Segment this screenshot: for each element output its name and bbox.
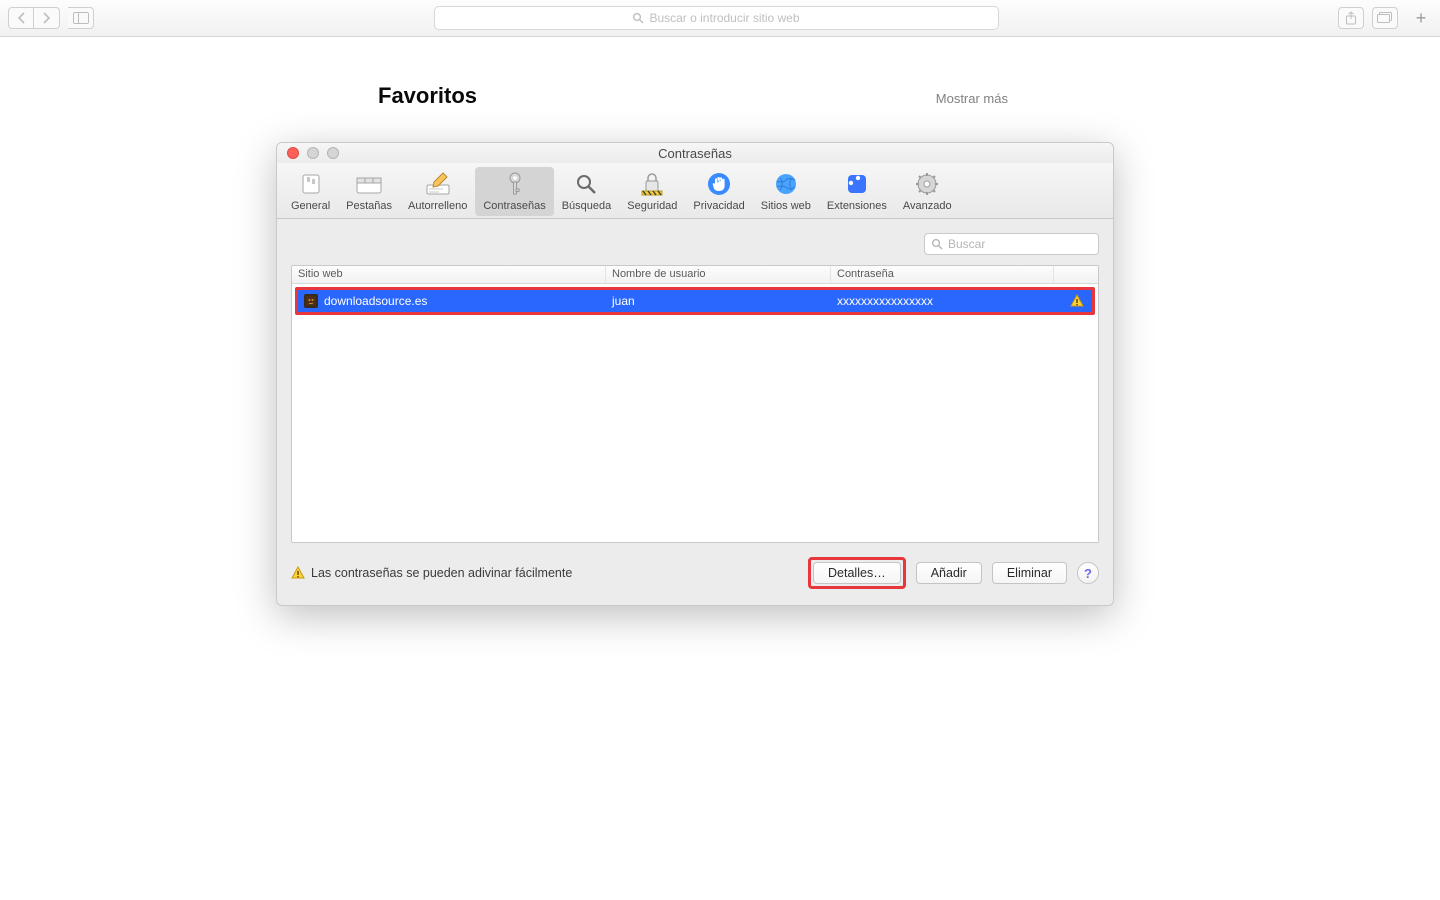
traffic-lights [287, 147, 339, 159]
warning-icon [1070, 294, 1084, 308]
tab-advanced[interactable]: Avanzado [895, 167, 960, 216]
remove-button[interactable]: Eliminar [992, 562, 1067, 584]
zoom-window-button [327, 147, 339, 159]
back-button[interactable] [8, 7, 34, 29]
puzzle-icon [843, 170, 871, 198]
tab-extensions[interactable]: Extensiones [819, 167, 895, 216]
tab-search[interactable]: Búsqueda [554, 167, 620, 216]
tab-autofill[interactable]: Autorrelleno [400, 167, 475, 216]
hand-icon [705, 170, 733, 198]
pencil-form-icon [424, 170, 452, 198]
sidebar-toggle-button[interactable] [68, 7, 94, 29]
favorites-title: Favoritos [378, 83, 477, 109]
tab-websites[interactable]: Sitios web [753, 167, 819, 216]
password-row[interactable]: downloadsource.es juan xxxxxxxxxxxxxxxx [298, 290, 1092, 312]
gear-icon [913, 170, 941, 198]
globe-icon [772, 170, 800, 198]
cell-pass: xxxxxxxxxxxxxxxx [837, 294, 933, 308]
search-icon [931, 238, 943, 250]
lock-barrier-icon [638, 170, 666, 198]
window-title: Contraseñas [658, 146, 732, 161]
tabs-overview-button[interactable] [1372, 7, 1398, 29]
safari-toolbar: Buscar o introducir sitio web + [0, 0, 1440, 37]
highlight-annotation-row: downloadsource.es juan xxxxxxxxxxxxxxxx [295, 287, 1095, 315]
switch-icon [297, 170, 325, 198]
tab-general[interactable]: General [283, 167, 338, 216]
site-favicon [304, 294, 318, 308]
passwords-table: Sitio web Nombre de usuario Contraseña d… [291, 265, 1099, 543]
highlight-annotation-details: Detalles… [808, 557, 906, 589]
key-icon [501, 170, 529, 198]
details-button[interactable]: Detalles… [813, 562, 901, 584]
search-placeholder: Buscar [948, 237, 985, 251]
col-user[interactable]: Nombre de usuario [606, 266, 831, 283]
tabs-icon [355, 170, 383, 198]
cell-user: juan [612, 294, 635, 308]
help-button[interactable]: ? [1077, 562, 1099, 584]
favorites-header: Favoritos Mostrar más [378, 57, 1008, 119]
preferences-window: Contraseñas General Pestañas Autorrellen… [276, 142, 1114, 606]
preferences-tabs: General Pestañas Autorrelleno Contraseña… [277, 163, 1113, 219]
table-header[interactable]: Sitio web Nombre de usuario Contraseña [292, 266, 1098, 284]
new-tab-button[interactable]: + [1410, 7, 1432, 29]
address-bar[interactable]: Buscar o introducir sitio web [434, 6, 999, 30]
tab-privacy[interactable]: Privacidad [685, 167, 752, 216]
show-more-link[interactable]: Mostrar más [936, 91, 1008, 106]
passwords-search-input[interactable]: Buscar [924, 233, 1099, 255]
col-pass[interactable]: Contraseña [831, 266, 1054, 283]
warning-message: Las contraseñas se pueden adivinar fácil… [291, 566, 798, 580]
share-button[interactable] [1338, 7, 1364, 29]
tab-tabs[interactable]: Pestañas [338, 167, 400, 216]
col-spacer [1054, 266, 1098, 283]
close-window-button[interactable] [287, 147, 299, 159]
forward-button[interactable] [34, 7, 60, 29]
minimize-window-button [307, 147, 319, 159]
tab-passwords[interactable]: Contraseñas [475, 167, 553, 216]
warning-icon [291, 566, 305, 580]
add-button[interactable]: Añadir [916, 562, 982, 584]
magnifier-icon [572, 170, 600, 198]
col-site[interactable]: Sitio web [292, 266, 606, 283]
window-titlebar[interactable]: Contraseñas [277, 143, 1113, 163]
cell-site: downloadsource.es [324, 294, 427, 308]
address-placeholder: Buscar o introducir sitio web [649, 11, 799, 25]
tab-security[interactable]: Seguridad [619, 167, 685, 216]
